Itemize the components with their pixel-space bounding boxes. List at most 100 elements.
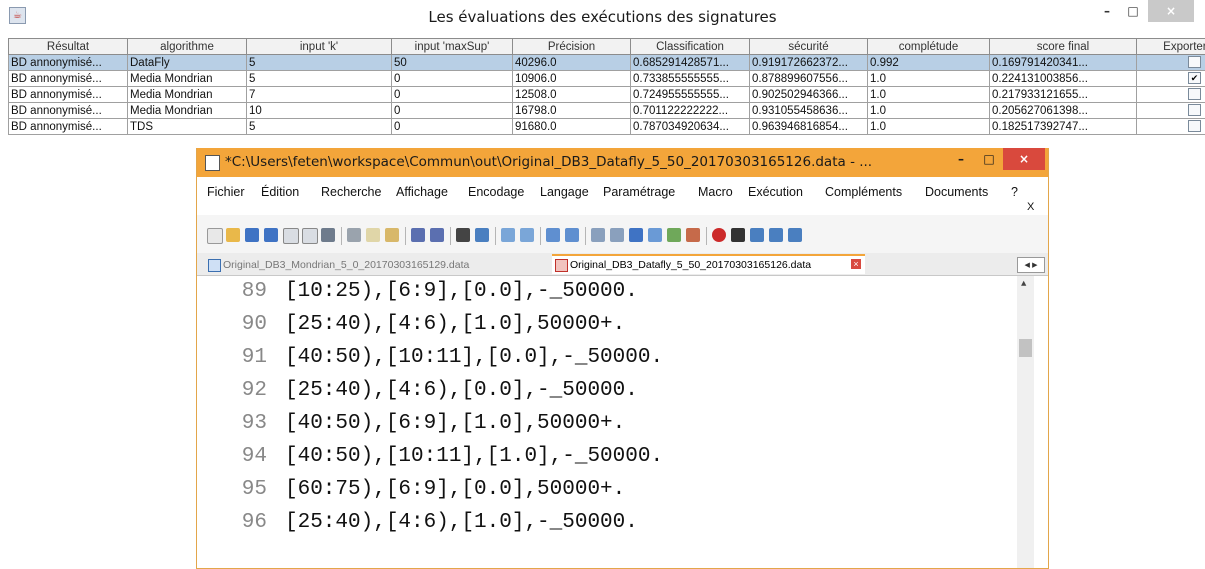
cell-algorithme[interactable]: TDS [128, 119, 247, 135]
close-all-icon[interactable] [302, 228, 318, 244]
indent-guide-icon[interactable] [629, 228, 643, 242]
new-file-icon[interactable] [207, 228, 223, 244]
notepad-titlebar[interactable]: *C:\Users\feten\workspace\Commun\out\Ori… [197, 148, 1048, 177]
tab-mondrian-file[interactable]: Original_DB3_Mondrian_5_0_20170303165129… [205, 256, 567, 274]
cell-score-final[interactable]: 0.205627061398... [990, 103, 1137, 119]
minimize-button[interactable]: – [1096, 0, 1118, 22]
menu-help[interactable]: ? [1011, 185, 1018, 199]
cell-precision[interactable]: 12508.0 [513, 87, 631, 103]
cell-score-final[interactable]: 0.224131003856... [990, 71, 1137, 87]
menu-langage[interactable]: Langage [540, 185, 589, 199]
cell-input-k[interactable]: 5 [247, 119, 392, 135]
export-checkbox-checked[interactable]: ✔ [1188, 72, 1201, 84]
sync-vertical-icon[interactable] [546, 228, 560, 242]
menu-macro[interactable]: Macro [698, 185, 733, 199]
cell-input-maxsup[interactable]: 0 [392, 87, 513, 103]
scrollbar-thumb[interactable] [1019, 339, 1032, 357]
run-macro-multiple-icon[interactable] [769, 228, 783, 242]
sync-horizontal-icon[interactable] [565, 228, 579, 242]
menu-complements[interactable]: Compléments [825, 185, 902, 199]
replace-icon[interactable] [475, 228, 489, 242]
cell-classification[interactable]: 0.724955555555... [631, 87, 750, 103]
menu-fichier[interactable]: Fichier [207, 185, 245, 199]
code-line[interactable]: [25:40),[4:6),[1.0],50000+. [285, 313, 625, 336]
zoom-out-icon[interactable] [520, 228, 534, 242]
notepad-close-button[interactable]: × [1003, 148, 1045, 170]
column-header-precision[interactable]: Précision [513, 39, 631, 55]
column-header-algorithme[interactable]: algorithme [128, 39, 247, 55]
cell-securite[interactable]: 0.919172662372... [750, 55, 868, 71]
cell-precision[interactable]: 10906.0 [513, 71, 631, 87]
cell-algorithme[interactable]: DataFly [128, 55, 247, 71]
menu-parametrage[interactable]: Paramétrage [603, 185, 675, 199]
cell-securite[interactable]: 0.931055458636... [750, 103, 868, 119]
cell-completude[interactable]: 0.992 [868, 55, 990, 71]
column-header-classification[interactable]: Classification [631, 39, 750, 55]
copy-icon[interactable] [366, 228, 380, 242]
save-icon[interactable] [245, 228, 259, 242]
language-icon[interactable] [648, 228, 662, 242]
cell-resultat[interactable]: BD annonymisé... [9, 55, 128, 71]
menu-documents[interactable]: Documents [925, 185, 988, 199]
maximize-button[interactable]: □ [1122, 0, 1144, 22]
code-line[interactable]: [40:50),[10:11],[1.0],-_50000. [285, 445, 663, 468]
print-icon[interactable] [321, 228, 335, 242]
cell-classification[interactable]: 0.733855555555... [631, 71, 750, 87]
cell-resultat[interactable]: BD annonymisé... [9, 87, 128, 103]
cell-classification[interactable]: 0.701122222222... [631, 103, 750, 119]
open-file-icon[interactable] [226, 228, 240, 242]
cell-input-k[interactable]: 5 [247, 71, 392, 87]
menu-edition[interactable]: Édition [261, 185, 299, 199]
cell-securite[interactable]: 0.963946816854... [750, 119, 868, 135]
menu-recherche[interactable]: Recherche [321, 185, 381, 199]
tab-datafly-file[interactable]: Original_DB3_Datafly_5_50_20170303165126… [552, 254, 865, 274]
redo-icon[interactable] [430, 228, 444, 242]
cell-input-k[interactable]: 5 [247, 55, 392, 71]
table-row[interactable]: BD annonymisé... Media Mondrian 5 0 1090… [9, 71, 1205, 87]
word-wrap-icon[interactable] [591, 228, 605, 242]
doc-map-icon[interactable] [667, 228, 681, 242]
cell-algorithme[interactable]: Media Mondrian [128, 103, 247, 119]
close-button[interactable]: × [1148, 0, 1194, 22]
menu-execution[interactable]: Exécution [748, 185, 803, 199]
cell-precision[interactable]: 91680.0 [513, 119, 631, 135]
code-line[interactable]: [40:50),[10:11],[0.0],-_50000. [285, 346, 663, 369]
code-line[interactable]: [60:75),[6:9],[0.0],50000+. [285, 478, 625, 501]
table-row[interactable]: BD annonymisé... DataFly 5 50 40296.0 0.… [9, 55, 1205, 71]
function-list-icon[interactable] [686, 228, 700, 242]
export-checkbox[interactable] [1188, 56, 1201, 68]
column-header-input-k[interactable]: input 'k' [247, 39, 392, 55]
stop-macro-icon[interactable] [731, 228, 745, 242]
column-header-completude[interactable]: complétude [868, 39, 990, 55]
cell-input-maxsup[interactable]: 50 [392, 55, 513, 71]
code-line[interactable]: [40:50),[6:9],[1.0],50000+. [285, 412, 625, 435]
column-header-input-maxsup[interactable]: input 'maxSup' [392, 39, 513, 55]
table-row[interactable]: BD annonymisé... TDS 5 0 91680.0 0.78703… [9, 119, 1205, 135]
zoom-in-icon[interactable] [501, 228, 515, 242]
tab-close-icon[interactable]: × [851, 259, 861, 269]
save-macro-icon[interactable] [788, 228, 802, 242]
cell-completude[interactable]: 1.0 [868, 103, 990, 119]
cell-resultat[interactable]: BD annonymisé... [9, 103, 128, 119]
cell-input-k[interactable]: 10 [247, 103, 392, 119]
export-checkbox[interactable] [1188, 104, 1201, 116]
cell-completude[interactable]: 1.0 [868, 119, 990, 135]
cell-securite[interactable]: 0.878899607556... [750, 71, 868, 87]
cell-algorithme[interactable]: Media Mondrian [128, 71, 247, 87]
code-line[interactable]: [25:40),[4:6),[0.0],-_50000. [285, 379, 638, 402]
export-checkbox[interactable] [1188, 120, 1201, 132]
record-macro-icon[interactable] [712, 228, 726, 242]
code-line[interactable]: [25:40),[4:6),[1.0],-_50000. [285, 511, 638, 534]
text-editor[interactable]: 89 90 91 92 93 94 95 96 [10:25),[6:9],[0… [197, 276, 1048, 568]
vertical-scrollbar[interactable]: ▲ [1017, 276, 1034, 568]
notepad-minimize-button[interactable]: – [949, 148, 973, 170]
menu-affichage[interactable]: Affichage [396, 185, 448, 199]
notepad-maximize-button[interactable]: □ [977, 148, 1001, 170]
column-header-resultat[interactable]: Résultat [9, 39, 128, 55]
code-line[interactable]: [10:25),[6:9],[0.0],-_50000. [285, 280, 638, 303]
menu-close-document[interactable]: X [1027, 201, 1034, 213]
table-row[interactable]: BD annonymisé... Media Mondrian 10 0 167… [9, 103, 1205, 119]
column-header-exporter-bd[interactable]: Exporter BD [1137, 39, 1205, 55]
cell-securite[interactable]: 0.902502946366... [750, 87, 868, 103]
tab-scroll-buttons[interactable]: ◀ ▶ [1017, 257, 1045, 273]
